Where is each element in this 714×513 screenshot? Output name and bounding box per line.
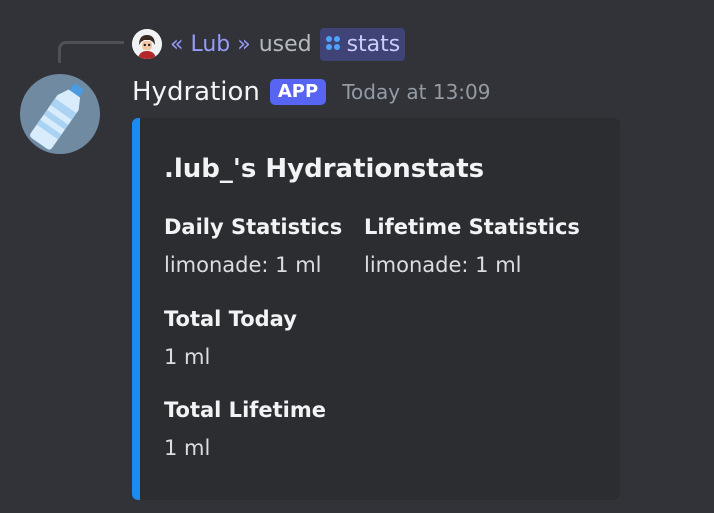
message-header: Hydration APP Today at 13:09 (132, 75, 491, 109)
reply-username[interactable]: « Lub » (170, 32, 251, 57)
field-total-lifetime: Total Lifetime 1 ml (164, 395, 326, 463)
field-daily-statistics: Daily Statistics limonade: 1 ml (164, 212, 342, 280)
bot-avatar[interactable] (20, 74, 100, 154)
field-name: Daily Statistics (164, 215, 343, 239)
message-timestamp[interactable]: Today at 13:09 (342, 80, 490, 104)
command-name: stats (346, 31, 401, 57)
stats-embed: .lub_'s Hydrationstats Daily Statistics … (132, 118, 620, 500)
slash-command-icon (325, 32, 341, 57)
author-name[interactable]: Hydration (132, 77, 260, 107)
user-avatar-icon[interactable] (132, 29, 162, 59)
reply-connector (58, 41, 124, 63)
embed-title: .lub_'s Hydrationstats (164, 154, 485, 184)
field-total-today: Total Today 1 ml (164, 304, 297, 372)
field-value: limonade: 1 ml (164, 253, 322, 277)
embed-accent-bar (132, 118, 140, 500)
field-name: Total Today (164, 307, 297, 331)
field-value: limonade: 1 ml (364, 253, 522, 277)
water-bottle-icon (20, 83, 100, 154)
field-name: Lifetime Statistics (364, 215, 580, 239)
field-name: Total Lifetime (164, 398, 327, 422)
chat-message: « Lub » used stats Hydration APP Today a… (0, 0, 714, 513)
reply-used-text: used (258, 31, 312, 57)
field-value: 1 ml (164, 345, 211, 369)
field-value: 1 ml (164, 436, 211, 460)
field-lifetime-statistics: Lifetime Statistics limonade: 1 ml (364, 212, 580, 280)
app-badge: APP (269, 79, 327, 105)
command-mention[interactable]: stats (319, 27, 406, 61)
reply-context[interactable]: « Lub » used stats (132, 27, 406, 61)
